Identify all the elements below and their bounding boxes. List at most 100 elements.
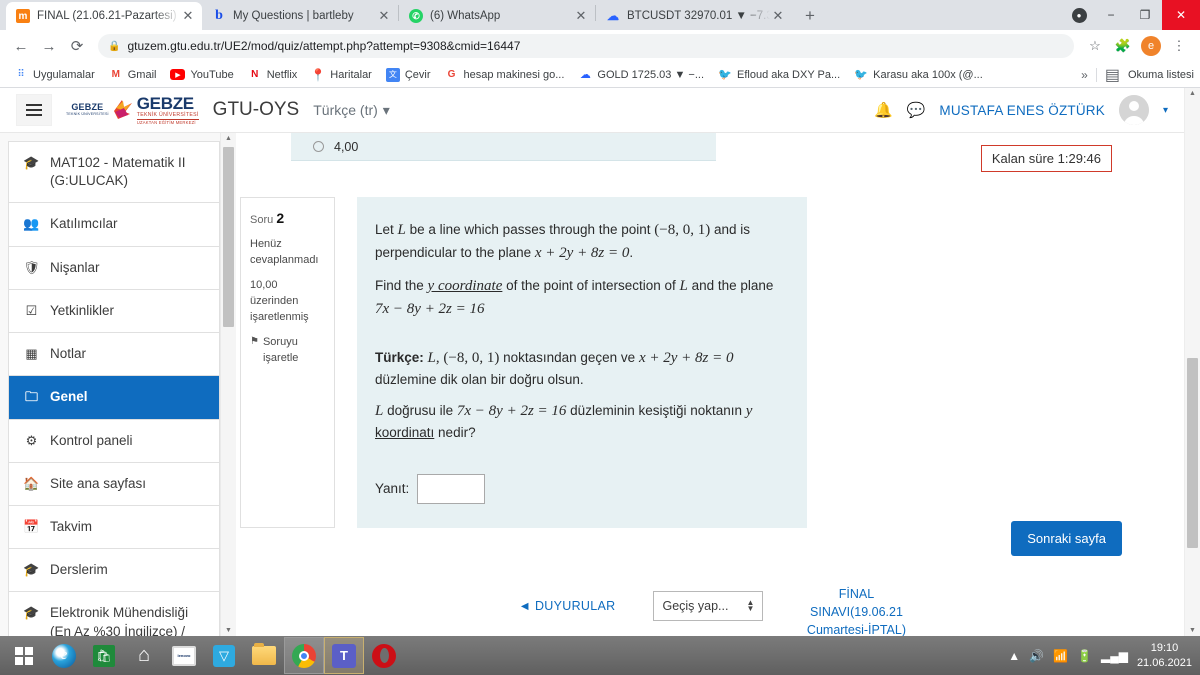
math-plane2-tr: 7x − 8y + 2z = 16 (456, 403, 567, 420)
taskbar-lenovo-app[interactable]: lenovo (164, 637, 204, 674)
drawer-scroll-thumb[interactable] (223, 147, 234, 327)
bookmark-netflix[interactable]: N Netflix (242, 66, 304, 84)
taskbar-vaio-app[interactable]: ▽ (204, 637, 244, 674)
page-scroll-down-icon[interactable]: ▼ (1189, 627, 1196, 634)
sidebar-item-nisanlar[interactable]: 🛡 Nişanlar (9, 246, 219, 290)
gebze-logo[interactable]: GEBZE TEKNİK ÜNİVERSİTESİ GEBZE TEKNİK Ü… (66, 95, 199, 125)
scroll-up-icon[interactable]: ▲ (225, 135, 232, 142)
flag-question-action[interactable]: ⚑ Soruyu işaretle (250, 335, 325, 367)
bookmark-karasu[interactable]: 🐦 Karasu aka 100x (@... (848, 66, 989, 84)
en-text-b: be a line which passes through the point (405, 222, 655, 237)
chrome-menu-icon[interactable]: ⋮ (1166, 33, 1192, 59)
tab-close-icon[interactable]: ✕ (376, 8, 392, 24)
taskbar-file-explorer[interactable] (244, 637, 284, 674)
sidebar-item-notlar[interactable]: ▦ Notlar (9, 333, 219, 377)
taskbar-microsoft-store[interactable]: 🛍 (84, 637, 124, 674)
sidebar-item-yetkinlikler[interactable]: ☑ Yetkinlikler (9, 289, 219, 334)
sidebar-item-derslerim[interactable]: 🎓 Derslerim (9, 549, 219, 593)
bookmark-gmail[interactable]: M Gmail (103, 66, 163, 84)
taskbar-clock[interactable]: 19:10 21.06.2021 (1137, 641, 1192, 671)
sidebar-item-kontrol-paneli[interactable]: ⚙ Kontrol paneli (9, 419, 219, 463)
chat-bubble-icon[interactable]: 💬 (907, 101, 926, 119)
bookmark-label: Karasu aka 100x (@... (873, 68, 983, 81)
battery-icon[interactable]: 🔋 (1077, 649, 1092, 663)
avatar[interactable] (1118, 95, 1149, 125)
tab-title: My Questions | bartleby (233, 10, 354, 22)
next-activity-link[interactable]: FİNAL SINAVI(19.06.21 Cumartesi-İPTAL) ► (801, 573, 911, 636)
reading-list-label[interactable]: Okuma listesi (1128, 69, 1194, 81)
tab-close-icon[interactable]: ✕ (770, 8, 786, 24)
radio-option-icon[interactable] (313, 141, 324, 152)
taskbar-google-chrome[interactable] (284, 637, 324, 674)
bookmark-uygulamalar[interactable]: ⠿ Uygulamalar (8, 66, 101, 84)
bookmarks-overflow-icon[interactable]: » (1081, 68, 1088, 82)
network-error-icon[interactable]: 📶 (1053, 649, 1068, 663)
sidebar-item-genel[interactable]: 🗀 Genel (9, 376, 219, 420)
page-scroll-thumb[interactable] (1187, 358, 1198, 548)
course-nav-drawer: 🎓 MAT102 - Matematik II (G:ULUCAK) 👥 Kat… (0, 133, 236, 636)
bell-icon[interactable]: 🔔 (874, 101, 893, 119)
bookmark-gold[interactable]: ☁ GOLD 1725.03 ▼ −... (572, 66, 710, 84)
profile-badge-icon[interactable]: ● (1064, 0, 1094, 30)
taskbar-internet-explorer[interactable]: e (44, 637, 84, 674)
browser-tab-3[interactable]: ☁ BTCUSDT 32970.01 ▼ −7.39% Ad ✕ (596, 2, 792, 30)
tab-close-icon[interactable]: ✕ (180, 8, 196, 24)
previous-question-option-row[interactable]: 4,00 (291, 133, 716, 161)
jump-to-select[interactable]: Geçiş yap... ▲ ▼ (653, 591, 764, 621)
language-menu[interactable]: Türkçe (tr) ▾ (313, 102, 390, 119)
bookmark-star-icon[interactable]: ☆ (1082, 33, 1108, 59)
reload-icon[interactable]: ⟳ (64, 33, 90, 59)
tr-text-b: düzlemine dik olan bir doğru olsun. (375, 372, 584, 388)
site-name[interactable]: GTU-OYS (213, 99, 300, 121)
close-window-button[interactable]: ✕ (1162, 0, 1200, 30)
signal-bars-icon[interactable]: ▂▄▆ (1101, 649, 1128, 663)
prev-activity-link[interactable]: ◄ DUYURULAR (519, 573, 616, 613)
profile-avatar[interactable]: e (1138, 33, 1164, 59)
next-page-button[interactable]: Sonraki sayfa (1011, 521, 1122, 556)
prev-activity-label: DUYURULAR (534, 599, 616, 613)
menu-icon[interactable] (16, 94, 52, 126)
calendar-icon: 📅 (23, 518, 40, 534)
answer-input[interactable] (417, 474, 486, 505)
minimize-button[interactable]: − (1094, 0, 1128, 30)
taskbar-opera[interactable] (364, 637, 404, 674)
sidebar-item-takvim[interactable]: 📅 Takvim (9, 505, 219, 550)
maximize-button[interactable]: ❐ (1128, 0, 1162, 30)
browser-tab-0[interactable]: m FİNAL (21.06.21-Pazartesi) (page ✕ (6, 2, 202, 30)
sidebar-item-site-ana-sayfasi[interactable]: 🏠 Site ana sayfası (9, 462, 219, 506)
math-point-tr: , (−8, 0, 1) (435, 350, 500, 366)
tray-overflow-icon[interactable]: ▲ (1008, 649, 1020, 663)
bookmark-efloud[interactable]: 🐦 Efloud aka DXY Pa... (712, 66, 846, 84)
tab-close-icon[interactable]: ✕ (573, 8, 589, 24)
new-tab-button[interactable]: + (796, 2, 824, 30)
bookmark-youtube[interactable]: ▶ YouTube (164, 67, 239, 83)
sidebar-item-katilimcilar[interactable]: 👥 Katılımcılar (9, 203, 219, 247)
nav-list: 🎓 MAT102 - Matematik II (G:ULUCAK) 👥 Kat… (8, 141, 220, 636)
opera-icon (372, 643, 396, 668)
sidebar-item-elektronik[interactable]: 🎓 Elektronik Mühendisliği (En Az %30 İng… (9, 592, 219, 636)
bookmark-hesap-makinesi[interactable]: G hesap makinesi go... (439, 66, 571, 84)
sidebar-item-mat102[interactable]: 🎓 MAT102 - Matematik II (G:ULUCAK) (9, 142, 219, 204)
tr-text-d: düzleminin kesiştiği noktanın (566, 403, 746, 419)
back-button[interactable]: ← (8, 33, 34, 59)
forward-button[interactable]: → (36, 33, 62, 59)
speaker-icon[interactable]: 🔊 (1029, 649, 1044, 663)
user-menu-chevron-icon[interactable]: ▾ (1163, 105, 1168, 116)
address-bar[interactable]: 🔒 gtuzem.gtu.edu.tr/UE2/mod/quiz/attempt… (98, 34, 1074, 58)
page-scrollbar[interactable]: ▲ ▼ (1184, 88, 1200, 636)
scroll-down-icon[interactable]: ▼ (225, 627, 232, 634)
taskbar-microsoft-teams[interactable]: T (324, 637, 364, 674)
browser-tab-2[interactable]: ✆ (6) WhatsApp ✕ (399, 2, 595, 30)
browser-tab-1[interactable]: b My Questions | bartleby ✕ (202, 2, 398, 30)
tr-text-c: doğrusu ile (383, 403, 457, 419)
user-name[interactable]: MUSTAFA ENES ÖZTÜRK (939, 103, 1105, 118)
page-scroll-up-icon[interactable]: ▲ (1189, 90, 1196, 97)
bookmark-haritalar[interactable]: 📍 Haritalar (305, 66, 378, 84)
bookmark-cevir[interactable]: 文 Çevir (380, 66, 437, 84)
folder-icon: 🗀 (24, 389, 38, 405)
start-button[interactable] (4, 637, 44, 674)
extensions-puzzle-icon[interactable]: 🧩 (1110, 33, 1136, 59)
drawer-scrollbar[interactable]: ▲ ▼ (220, 133, 236, 636)
taskbar-home-app[interactable]: ⌂ (124, 637, 164, 674)
address-bar-url: gtuzem.gtu.edu.tr/UE2/mod/quiz/attempt.p… (127, 39, 521, 53)
